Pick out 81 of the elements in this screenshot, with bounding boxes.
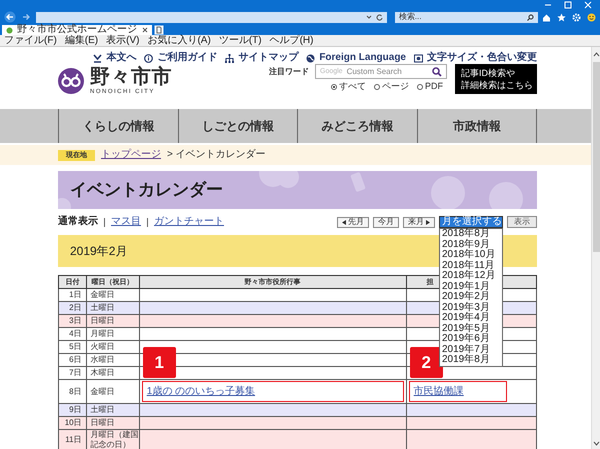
header-link[interactable]: サイトマップ bbox=[238, 53, 298, 63]
sitemap-icon bbox=[225, 54, 234, 62]
dropdown-option[interactable]: 2019年6月 bbox=[440, 334, 502, 344]
month-button[interactable]: 先月 bbox=[337, 216, 369, 228]
home-icon[interactable] bbox=[542, 12, 551, 22]
menu-item[interactable]: 編集(E) bbox=[64, 36, 98, 46]
dropdown-option[interactable]: 2018年9月 bbox=[440, 240, 502, 250]
scroll-down-icon bbox=[592, 440, 600, 447]
menu-item[interactable]: ツール(T) bbox=[218, 36, 262, 46]
star-icon[interactable] bbox=[557, 12, 566, 22]
radio-label: PDF bbox=[425, 82, 443, 91]
dropdown-option[interactable]: 2018年10月 bbox=[440, 250, 502, 260]
callout-number-badge: 2 bbox=[410, 347, 443, 378]
tab-title: 野々市市公式ホームページ bbox=[17, 25, 137, 35]
dropdown-caret-icon bbox=[366, 14, 372, 20]
logo-name: 野々市市 bbox=[90, 67, 172, 87]
browser-tab[interactable]: 野々市市公式ホームページ bbox=[2, 25, 152, 35]
left-triangle-icon bbox=[342, 220, 346, 224]
search-icon bbox=[527, 14, 534, 20]
nav-tab[interactable]: くらしの情報 bbox=[59, 109, 178, 143]
globe-icon bbox=[306, 54, 316, 62]
show-button[interactable]: 表示 bbox=[507, 216, 537, 228]
address-field[interactable] bbox=[36, 12, 387, 22]
header-link[interactable]: ご利用ガイド bbox=[157, 53, 218, 63]
nav-tab[interactable]: しごとの情報 bbox=[178, 109, 298, 143]
header-link[interactable]: 本文へ bbox=[106, 53, 136, 63]
browser-search-field[interactable]: 検索... bbox=[394, 12, 538, 22]
scrollbar[interactable] bbox=[591, 47, 600, 449]
radio-button[interactable] bbox=[331, 84, 337, 90]
search-placeholder: 検索... bbox=[398, 13, 422, 21]
flower-drawing bbox=[489, 182, 523, 209]
menu-item[interactable]: お気に入り(A) bbox=[147, 36, 211, 46]
view-mode-link[interactable]: 通常表示 bbox=[58, 217, 98, 227]
view-mode-link[interactable]: ガントチャート bbox=[154, 217, 224, 227]
nav-tab[interactable]: みどころ情報 bbox=[298, 109, 418, 143]
radio-button[interactable] bbox=[374, 84, 380, 90]
scrollbar-thumb[interactable] bbox=[592, 62, 600, 252]
dropdown-option[interactable]: 2018年8月 bbox=[440, 229, 502, 240]
menu-item[interactable]: ヘルプ(H) bbox=[270, 36, 314, 46]
breadcrumb-link[interactable]: トップページ bbox=[101, 150, 161, 160]
right-triangle-icon bbox=[426, 220, 430, 224]
flower-drawing bbox=[259, 171, 299, 188]
radio-label: すべて bbox=[339, 82, 366, 91]
city-emblem-icon bbox=[58, 68, 84, 94]
search-icon bbox=[432, 66, 442, 76]
radio-label: ページ bbox=[382, 82, 409, 91]
down-arrow-icon bbox=[93, 54, 102, 62]
breadcrumb-current: > イベントカレンダー bbox=[167, 150, 266, 160]
department-link[interactable]: 市民協働課 bbox=[414, 386, 464, 396]
menu-item[interactable]: 表示(V) bbox=[106, 36, 140, 46]
event-link[interactable]: 1歳の ののいちっ子募集 bbox=[146, 386, 256, 396]
back-arrow-icon[interactable] bbox=[4, 11, 16, 23]
page-title: イベントカレンダー bbox=[70, 179, 223, 202]
month-heading: 2019年2月 bbox=[70, 243, 128, 260]
scroll-up-icon bbox=[592, 51, 600, 58]
refresh-icon bbox=[376, 14, 383, 20]
table-cell: 11日 bbox=[58, 430, 86, 449]
month-button[interactable]: 今月 bbox=[373, 216, 399, 228]
nav-tab[interactable]: 市政情報 bbox=[418, 109, 537, 143]
new-tab-icon[interactable] bbox=[154, 25, 164, 35]
dropdown-option[interactable]: 2019年5月 bbox=[440, 324, 502, 334]
callout-number-badge: 1 bbox=[142, 347, 176, 378]
dropdown-option[interactable]: 2018年11月 bbox=[440, 260, 502, 271]
month-button[interactable]: 来月 bbox=[403, 216, 435, 228]
flower-drawing bbox=[58, 198, 71, 209]
header-link[interactable]: Foreign Language bbox=[319, 53, 406, 63]
maximize-icon[interactable] bbox=[564, 1, 572, 9]
info-icon bbox=[144, 54, 154, 62]
close-icon[interactable] bbox=[142, 27, 148, 33]
view-mode-link[interactable]: マス目 bbox=[111, 217, 141, 227]
search-label: 注目ワード bbox=[269, 66, 309, 78]
menu-item[interactable]: ファイル(F) bbox=[4, 36, 57, 46]
radio-button[interactable] bbox=[417, 84, 423, 90]
detail-search-button[interactable]: 記事ID検索や 詳細検索はこちら bbox=[455, 64, 537, 94]
flower-drawing bbox=[431, 176, 465, 209]
month-select[interactable]: 月を選択する bbox=[439, 216, 503, 228]
header-link[interactable]: 文字サイズ・色合い変更 bbox=[427, 53, 537, 63]
settings-icon[interactable] bbox=[572, 12, 581, 22]
display-icon bbox=[414, 54, 423, 62]
smiley-icon[interactable] bbox=[587, 12, 596, 22]
search-placeholder: Custom Search bbox=[346, 68, 402, 76]
